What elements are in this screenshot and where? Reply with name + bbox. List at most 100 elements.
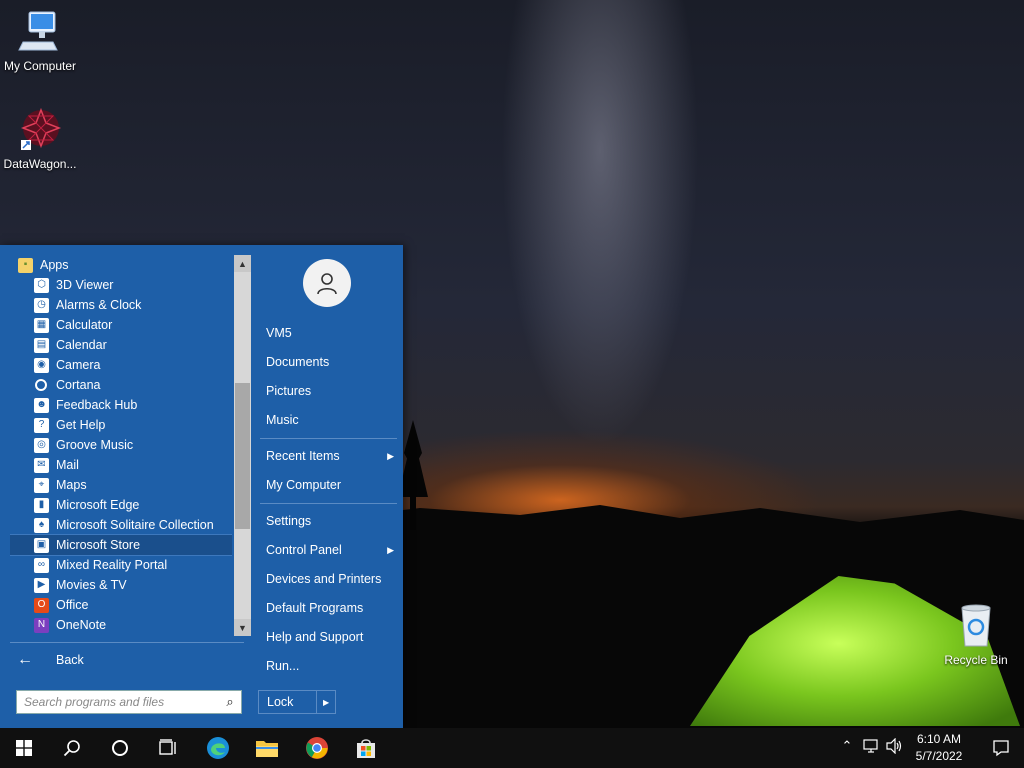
onenote-icon: N — [34, 617, 49, 633]
default-programs-link[interactable]: Default Programs — [266, 597, 398, 619]
app-item-alarms-clock[interactable]: ◷ Alarms & Clock — [10, 295, 232, 315]
taskbar: ⌃ 6:10 AM 5/7/2022 — [0, 728, 1024, 768]
network-icon[interactable] — [860, 738, 882, 758]
app-item-microsoft-store[interactable]: ▣ Microsoft Store — [10, 534, 232, 556]
app-item-label: Microsoft Edge — [56, 498, 140, 512]
app-item-feedback-hub[interactable]: ☻ Feedback Hub — [10, 395, 232, 415]
file-explorer-button[interactable] — [243, 728, 291, 768]
app-item-movies-tv[interactable]: ▶ Movies & TV — [10, 575, 232, 595]
chrome-taskbar-button[interactable] — [293, 728, 341, 768]
windows-logo-icon — [16, 740, 32, 756]
control-panel-link[interactable]: Control Panel ▶ — [266, 539, 398, 561]
run-link[interactable]: Run... — [266, 655, 398, 677]
app-list-scrollbar[interactable]: ▲ ▼ — [234, 255, 251, 636]
pictures-label: Pictures — [266, 384, 312, 398]
documents-link[interactable]: Documents — [266, 351, 398, 373]
apps-folder[interactable]: ▪ Apps — [10, 255, 232, 275]
cortana-button[interactable] — [96, 728, 144, 768]
search-taskbar-button[interactable] — [48, 728, 96, 768]
scroll-down-button[interactable]: ▼ — [234, 619, 251, 636]
search-icon — [63, 740, 80, 757]
desktop-icon-datawagon[interactable]: DataWagon... — [0, 106, 80, 171]
task-view-icon — [159, 739, 176, 755]
app-item-3d-viewer[interactable]: ⬡ 3D Viewer — [10, 275, 232, 295]
divider — [260, 438, 397, 439]
edge-taskbar-button[interactable] — [194, 728, 242, 768]
app-item-office[interactable]: O Office — [10, 595, 232, 615]
pictures-link[interactable]: Pictures — [266, 380, 398, 402]
app-item-get-help[interactable]: ? Get Help — [10, 415, 232, 435]
back-button[interactable]: ← Back — [14, 649, 234, 671]
office-icon: O — [34, 597, 49, 613]
scroll-up-button[interactable]: ▲ — [234, 255, 251, 272]
network-icon-graphic — [863, 739, 878, 753]
camera-icon: ◉ — [34, 357, 49, 373]
app-item-label: Calendar — [56, 338, 107, 352]
help-icon: ? — [34, 417, 49, 433]
cube-icon: ⬡ — [34, 277, 49, 293]
clock-date: 5/7/2022 — [915, 749, 963, 763]
volume-icon[interactable] — [884, 737, 906, 758]
app-item-groove-music[interactable]: ◎ Groove Music — [10, 435, 232, 455]
app-item-label: Microsoft Solitaire Collection — [56, 518, 214, 532]
app-item-solitaire[interactable]: ♠ Microsoft Solitaire Collection — [10, 515, 232, 535]
edge-icon: ▮ — [34, 497, 49, 513]
action-center-button[interactable] — [978, 728, 1024, 768]
app-list: ▪ Apps ⬡ 3D Viewer ◷ Alarms & Clock ▦ Ca… — [10, 255, 232, 641]
app-item-onenote[interactable]: N OneNote — [10, 615, 232, 635]
edge-icon — [207, 737, 229, 759]
feedback-icon: ☻ — [34, 397, 49, 413]
control-panel-label: Control Panel — [266, 543, 342, 557]
app-item-label: Get Help — [56, 418, 106, 432]
recent-items-link[interactable]: Recent Items ▶ — [266, 445, 398, 467]
devices-printers-link[interactable]: Devices and Printers — [266, 568, 398, 590]
cortana-icon — [112, 740, 128, 756]
show-hidden-icons-button[interactable]: ⌃ — [836, 738, 858, 758]
store-taskbar-button[interactable] — [342, 728, 390, 768]
app-item-label: Microsoft Store — [56, 538, 141, 552]
lock-button[interactable]: Lock ▶ — [258, 690, 336, 714]
app-item-calculator[interactable]: ▦ Calculator — [10, 315, 232, 335]
calendar-icon: ▤ — [34, 337, 49, 353]
user-name-link[interactable]: VM5 — [266, 322, 398, 344]
app-item-calendar[interactable]: ▤ Calendar — [10, 335, 232, 355]
app-item-mixed-reality[interactable]: ∞ Mixed Reality Portal — [10, 555, 232, 575]
computer-icon — [18, 11, 58, 51]
start-menu-left-pane: ▪ Apps ⬡ 3D Viewer ◷ Alarms & Clock ▦ Ca… — [0, 245, 252, 728]
help-support-label: Help and Support — [266, 630, 364, 644]
store-icon: ▣ — [34, 537, 49, 553]
cards-icon: ♠ — [34, 517, 49, 533]
desktop-icon-recycle-bin[interactable]: Recycle Bin — [936, 602, 1016, 667]
music-link[interactable]: Music — [266, 409, 398, 431]
default-programs-label: Default Programs — [266, 601, 364, 615]
my-computer-link[interactable]: My Computer — [266, 474, 398, 496]
search-input[interactable] — [24, 695, 219, 709]
arrow-left-icon: ← — [17, 651, 33, 668]
search-icon[interactable]: ⌕ — [219, 694, 241, 710]
desktop-icon-my-computer[interactable]: My Computer — [0, 8, 80, 73]
app-item-microsoft-edge[interactable]: ▮ Microsoft Edge — [10, 495, 232, 515]
app-item-camera[interactable]: ◉ Camera — [10, 355, 232, 375]
chevron-right-icon: ▶ — [387, 544, 394, 555]
app-item-label: 3D Viewer — [56, 278, 114, 292]
app-item-label: Camera — [56, 358, 101, 372]
film-icon: ▶ — [34, 577, 49, 593]
settings-link[interactable]: Settings — [266, 510, 398, 532]
taskbar-clock[interactable]: 6:10 AM 5/7/2022 — [904, 731, 974, 765]
app-item-label: Feedback Hub — [56, 398, 138, 412]
clock-icon: ◷ — [34, 297, 49, 313]
app-item-maps[interactable]: ⌖ Maps — [10, 475, 232, 495]
divider — [10, 642, 244, 643]
task-view-button[interactable] — [144, 728, 192, 768]
help-support-link[interactable]: Help and Support — [266, 626, 398, 648]
lock-label: Lock — [267, 695, 294, 709]
app-item-mail[interactable]: ✉ Mail — [10, 455, 232, 475]
start-button[interactable] — [0, 728, 48, 768]
user-avatar[interactable] — [303, 259, 351, 307]
app-item-cortana[interactable]: Cortana — [10, 375, 232, 395]
scroll-thumb[interactable] — [235, 383, 250, 529]
power-options-arrow-button[interactable]: ▶ — [316, 691, 335, 713]
chevron-right-icon: ▶ — [387, 450, 394, 461]
recent-items-label: Recent Items — [266, 449, 340, 463]
search-box[interactable]: ⌕ — [16, 690, 242, 714]
